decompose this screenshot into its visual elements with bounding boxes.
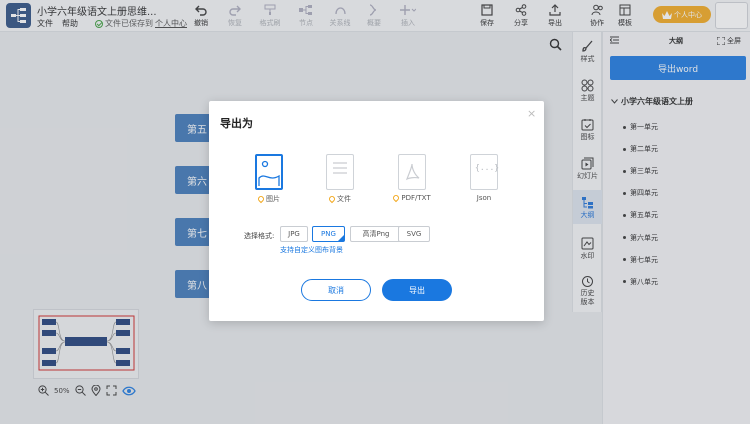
- confirm-export-button[interactable]: 导出: [382, 279, 452, 301]
- dialog-title: 导出为: [220, 117, 253, 130]
- custom-background-link[interactable]: 支持自定义图布背景: [280, 245, 343, 255]
- option-jpg[interactable]: JPG: [280, 226, 308, 242]
- image-file-icon: [255, 154, 283, 190]
- format-select-label: 选择格式:: [244, 232, 275, 240]
- pdf-file-icon: [398, 154, 426, 190]
- format-pdf-label: PDF/TXT: [401, 194, 431, 202]
- format-pdf-option[interactable]: PDF/TXT: [392, 154, 432, 203]
- vip-pin-icon: [256, 194, 266, 204]
- option-hd-png[interactable]: 高清Png: [350, 226, 402, 242]
- option-svg[interactable]: SVG: [398, 226, 430, 242]
- export-dialog: 导出为 × 图片 文件 PDF/TXT {...} Json 选择格式: JPG…: [209, 101, 544, 321]
- option-png[interactable]: PNG: [312, 226, 345, 242]
- format-file-label: 文件: [337, 195, 351, 203]
- document-file-icon: [326, 154, 354, 190]
- vip-pin-icon: [392, 193, 401, 203]
- format-file-option[interactable]: 文件: [320, 154, 360, 204]
- json-file-icon: {...}: [470, 154, 499, 190]
- format-image-option[interactable]: 图片: [249, 154, 289, 204]
- format-json-option[interactable]: {...} Json: [464, 154, 504, 202]
- cancel-button[interactable]: 取消: [301, 279, 371, 301]
- format-image-label: 图片: [266, 195, 280, 203]
- format-json-label: Json: [476, 194, 492, 202]
- close-icon[interactable]: ×: [527, 107, 536, 120]
- vip-pin-icon: [327, 194, 337, 204]
